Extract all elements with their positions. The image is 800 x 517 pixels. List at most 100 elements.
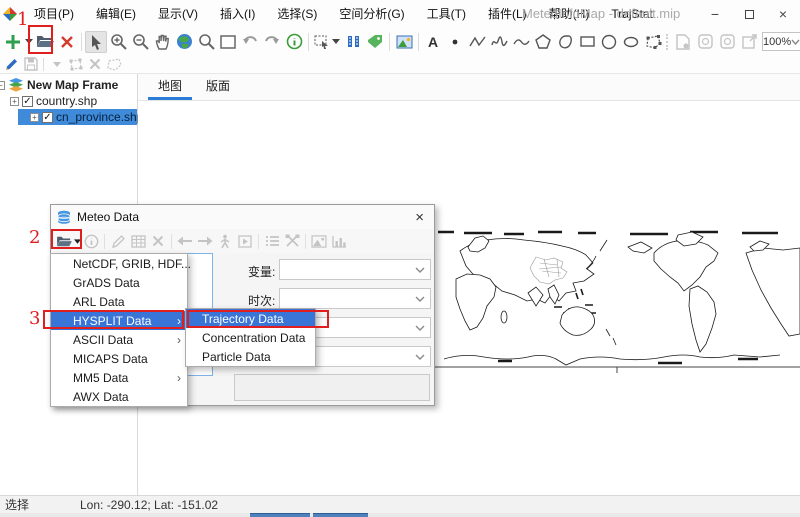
undo-icon[interactable] [239, 31, 261, 53]
menu-spatial-analysis[interactable]: 空间分析(G) [328, 0, 415, 28]
menu-item-arl[interactable]: ARL Data [51, 292, 187, 311]
label-tag-icon[interactable] [364, 31, 386, 53]
menu-tools[interactable]: 工具(T) [416, 0, 477, 28]
layer-row-country[interactable]: + ✓ country.shp [0, 93, 137, 109]
tab-map[interactable]: 地图 [146, 77, 194, 100]
zoom-level-combobox[interactable]: 100% [762, 32, 800, 51]
submenu-item-trajectory[interactable]: Trajectory Data [186, 309, 315, 328]
taskbar-button[interactable] [250, 513, 310, 517]
closed-curve-tool-button[interactable] [554, 31, 576, 53]
edit-vertices-icon[interactable] [66, 56, 85, 72]
title-bar: 项目(P) 编辑(E) 显示(V) 插入(I) 选择(S) 空间分析(G) 工具… [0, 0, 800, 28]
disabled-tool-a-icon[interactable] [694, 31, 716, 53]
time-label: 时次: [248, 292, 275, 309]
disabled-tool-b-icon[interactable] [716, 31, 738, 53]
pan-hand-icon[interactable] [151, 31, 173, 53]
freehand-curve-tool-button[interactable] [488, 31, 510, 53]
redo-icon[interactable] [261, 31, 283, 53]
open-file-button[interactable] [34, 31, 56, 53]
dialog-chart-button[interactable] [329, 231, 349, 251]
dialog-prev-time-button[interactable] [175, 231, 195, 251]
dialog-settings-button[interactable] [282, 231, 302, 251]
save-button[interactable] [21, 56, 40, 72]
zoom-out-button[interactable] [129, 31, 151, 53]
layer-checkbox[interactable]: ✓ [42, 112, 53, 123]
status-bar: 选择 Lon: -290.12; Lat: -151.02 [0, 495, 800, 513]
dialog-remove-button[interactable] [148, 231, 168, 251]
measurement-icon[interactable] [342, 31, 364, 53]
dialog-info-button[interactable] [81, 231, 101, 251]
dialog-next-time-button[interactable] [195, 231, 215, 251]
layer-checkbox[interactable]: ✓ [22, 96, 33, 107]
rectangle-tool-button[interactable] [576, 31, 598, 53]
select-feature-button[interactable] [312, 31, 342, 53]
info-button[interactable] [283, 31, 305, 53]
menu-insert[interactable]: 插入(I) [209, 0, 266, 28]
free-select-polygon-button[interactable] [642, 31, 664, 53]
menu-selection[interactable]: 选择(S) [266, 0, 328, 28]
dialog-play-button[interactable] [235, 231, 255, 251]
dialog-image-button[interactable] [309, 231, 329, 251]
zoom-level-value: 100% [763, 36, 791, 48]
map-frame-row[interactable]: − New Map Frame [0, 77, 137, 93]
ellipse-tool-button[interactable] [620, 31, 642, 53]
zoom-in-button[interactable] [107, 31, 129, 53]
export-window-icon[interactable] [738, 31, 760, 53]
lasso-select-icon[interactable] [104, 56, 123, 72]
delete-feature-icon[interactable] [85, 56, 104, 72]
menu-edit[interactable]: 编辑(E) [85, 0, 147, 28]
menu-item-mm5[interactable]: MM5 Data› [51, 368, 187, 387]
menu-item-awx[interactable]: AWX Data [51, 387, 187, 406]
status-coordinates: Lon: -290.12; Lat: -151.02 [80, 498, 218, 512]
add-layer-dropdown-icon[interactable] [24, 31, 34, 53]
polyline-tool-button[interactable] [466, 31, 488, 53]
dialog-draw-button[interactable] [108, 231, 128, 251]
menu-item-grads[interactable]: GrADS Data [51, 273, 187, 292]
status-mode: 选择 [0, 496, 80, 513]
menu-project[interactable]: 项目(P) [23, 0, 85, 28]
point-tool-button[interactable] [444, 31, 466, 53]
text-tool-button[interactable]: A [422, 31, 444, 53]
time-combobox[interactable] [279, 288, 431, 309]
menu-item-micaps[interactable]: MICAPS Data [51, 349, 187, 368]
dialog-close-button[interactable]: × [411, 209, 428, 226]
expand-icon[interactable]: + [30, 113, 39, 122]
collapse-icon[interactable]: − [0, 81, 5, 90]
taskbar-button[interactable] [313, 513, 368, 517]
zoom-rectangle-icon[interactable] [217, 31, 239, 53]
circle-tool-button[interactable] [598, 31, 620, 53]
dialog-title-bar[interactable]: Meteo Data × [51, 205, 434, 229]
add-layer-button[interactable] [2, 31, 24, 53]
identify-search-icon[interactable] [195, 31, 217, 53]
menu-item-hysplit[interactable]: HYSPLIT Data› [51, 311, 187, 330]
select-tool-button[interactable] [85, 31, 107, 53]
edit-pencil-button[interactable] [2, 56, 21, 72]
submenu-item-concentration[interactable]: Concentration Data [186, 328, 315, 347]
menu-item-netcdf[interactable]: NetCDF, GRIB, HDF... [51, 254, 187, 273]
dialog-list-button[interactable] [262, 231, 282, 251]
smooth-curve-tool-button[interactable] [510, 31, 532, 53]
layer-label: cn_province.shp [56, 110, 143, 124]
annotation-step-2: 2 [29, 227, 40, 248]
image-view-icon[interactable] [393, 31, 415, 53]
minimize-button[interactable]: − [698, 0, 732, 28]
maximize-button[interactable] [732, 0, 766, 28]
variable-combobox[interactable] [279, 259, 431, 280]
polygon-tool-button[interactable] [532, 31, 554, 53]
chevron-right-icon: › [177, 371, 181, 385]
full-extent-globe-icon[interactable] [173, 31, 195, 53]
dialog-open-file-button[interactable] [55, 231, 81, 251]
submenu-item-particle[interactable]: Particle Data [186, 347, 315, 366]
layer-row-cn-province[interactable]: + ✓ cn_province.shp [18, 109, 137, 125]
close-button[interactable]: × [766, 0, 800, 28]
menu-item-ascii[interactable]: ASCII Data› [51, 330, 187, 349]
remove-layer-button[interactable] [56, 31, 78, 53]
dialog-animate-button[interactable] [215, 231, 235, 251]
window-title: MeteoInfoMap - default.mip [522, 0, 680, 28]
page-settings-icon[interactable] [672, 31, 694, 53]
expand-icon[interactable]: + [10, 97, 19, 106]
dialog-table-button[interactable] [128, 231, 148, 251]
edit-dropdown-icon[interactable] [47, 56, 66, 72]
tab-layout[interactable]: 版面 [194, 77, 242, 100]
menu-view[interactable]: 显示(V) [147, 0, 209, 28]
